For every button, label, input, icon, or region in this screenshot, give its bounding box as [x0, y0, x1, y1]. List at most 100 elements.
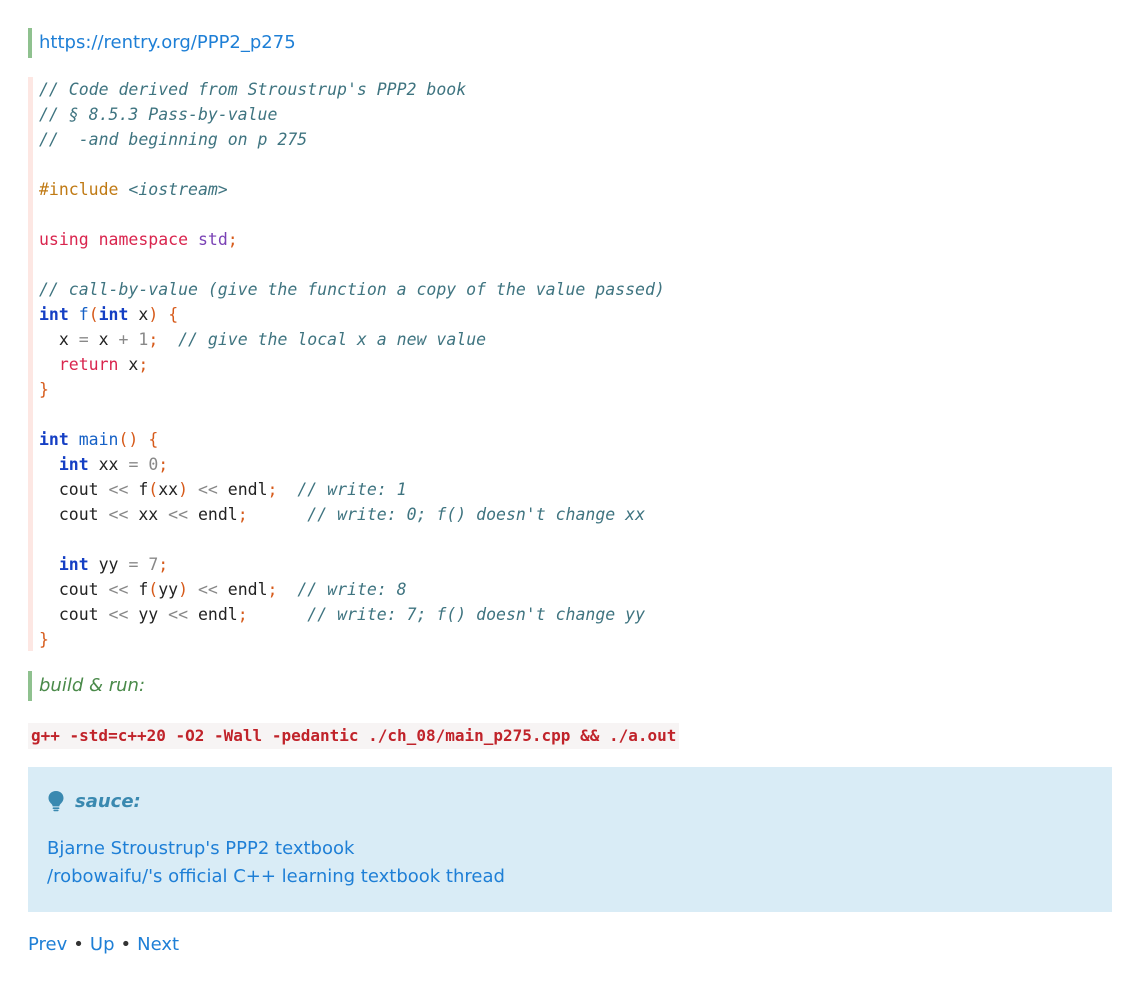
code-token: << — [108, 480, 129, 499]
code-token: ( — [148, 580, 159, 599]
code-block: // Code derived from Stroustrup's PPP2 b… — [28, 77, 1112, 651]
code-token: 0 — [148, 455, 159, 474]
code-line: using namespace std; — [39, 227, 1112, 252]
code-line: } — [39, 377, 1112, 402]
code-line: cout << f(xx) << endl; // write: 1 — [39, 477, 1112, 502]
source-url-link[interactable]: https://rentry.org/PPP2_p275 — [39, 32, 296, 53]
code-token: ; — [237, 605, 248, 624]
code-token: // call-by-value (give the function a co… — [39, 280, 665, 299]
code-token: // Code derived from Stroustrup's PPP2 b… — [39, 80, 467, 99]
code-token: = — [78, 330, 89, 349]
source-link-quote: https://rentry.org/PPP2_p275 — [28, 28, 296, 58]
code-line: int yy = 7; — [39, 552, 1112, 577]
code-token: ; — [267, 580, 278, 599]
nav-separator: • — [73, 934, 84, 955]
code-line: #include <iostream> — [39, 177, 1112, 202]
code-token: ( — [88, 305, 99, 324]
code-token: // write: 0; f() doesn't change xx — [307, 505, 646, 524]
code-token: = — [128, 555, 139, 574]
code-token: endl — [217, 480, 268, 499]
code-token: x — [88, 330, 119, 349]
code-token: xx — [158, 480, 179, 499]
code-token: cout — [39, 605, 109, 624]
code-token: () — [118, 430, 139, 449]
lightbulb-icon — [48, 791, 64, 812]
code-token: yy — [88, 555, 129, 574]
code-token: cout — [39, 480, 109, 499]
ppp2-textbook-link[interactable]: Bjarne Stroustrup's PPP2 textbook — [47, 835, 1093, 863]
code-line: cout << yy << endl; // write: 7; f() doe… — [39, 602, 1112, 627]
code-token: ( — [148, 480, 159, 499]
prev-link[interactable]: Prev — [28, 934, 67, 955]
code-token: << — [197, 580, 218, 599]
code-token: int — [98, 305, 129, 324]
code-token: yy — [158, 580, 179, 599]
code-token: ; — [148, 330, 159, 349]
code-token: int — [39, 305, 69, 324]
code-line: // § 8.5.3 Pass-by-value — [39, 102, 1112, 127]
up-link[interactable]: Up — [90, 934, 115, 955]
code-line: int main() { — [39, 427, 1112, 452]
code-token: ) — [178, 480, 189, 499]
code-line: // Code derived from Stroustrup's PPP2 b… — [39, 77, 1112, 102]
note-header: sauce: — [47, 787, 1093, 815]
code-token: << — [197, 480, 218, 499]
code-token: endl — [188, 605, 238, 624]
code-token: cout — [39, 505, 109, 524]
code-line: } — [39, 627, 1112, 652]
code-token: ; — [158, 455, 169, 474]
build-run-label: build & run: — [28, 671, 145, 701]
code-token: } — [39, 630, 49, 649]
code-token: ; — [237, 505, 248, 524]
code-token: using — [39, 230, 89, 249]
code-token: ; — [158, 555, 169, 574]
code-token: int — [58, 455, 89, 474]
textbook-thread-link[interactable]: /robowaifu/'s official C++ learning text… — [47, 863, 1093, 891]
code-token: } — [39, 380, 49, 399]
code-token: x — [39, 330, 79, 349]
code-token: xx — [128, 505, 169, 524]
next-link[interactable]: Next — [137, 934, 179, 955]
code-token: x — [128, 305, 149, 324]
code-token: yy — [128, 605, 169, 624]
code-token: << — [168, 605, 189, 624]
code-token: main — [78, 430, 119, 449]
code-token: { — [148, 430, 159, 449]
code-line: x = x + 1; // give the local x a new val… — [39, 327, 1112, 352]
code-token: + — [118, 330, 129, 349]
code-token: // § 8.5.3 Pass-by-value — [39, 105, 278, 124]
note-heading: sauce: — [75, 790, 141, 812]
code-token: { — [168, 305, 179, 324]
code-line: int xx = 0; — [39, 452, 1112, 477]
code-token: xx — [88, 455, 129, 474]
code-line: cout << xx << endl; // write: 0; f() doe… — [39, 502, 1112, 527]
code-line: return x; — [39, 352, 1112, 377]
code-line: cout << f(yy) << endl; // write: 8 — [39, 577, 1112, 602]
code-token: ; — [138, 355, 149, 374]
code-token: << — [108, 505, 129, 524]
code-token: 1 — [138, 330, 149, 349]
code-token: // write: 7; f() doesn't change yy — [307, 605, 646, 624]
nav-separator: • — [120, 934, 132, 955]
code-token: ) — [178, 580, 189, 599]
code-line: int f(int x) { — [39, 302, 1112, 327]
